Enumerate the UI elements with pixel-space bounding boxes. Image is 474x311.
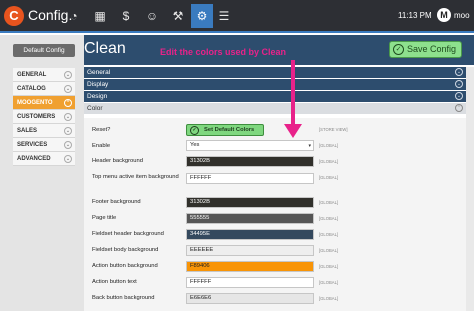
section-display[interactable]: Display ⌄	[84, 79, 466, 90]
sidebar-item-sales[interactable]: SALES ⌄	[13, 124, 75, 138]
sidebar-item-label: CUSTOMERS	[17, 114, 56, 120]
scope-label: [GLOBAL]	[319, 296, 339, 301]
sidebar-item-general[interactable]: GENERAL ⌄	[13, 68, 75, 82]
chevron-up-icon: ⌃	[64, 99, 72, 107]
page-title: Clean	[84, 40, 126, 57]
enable-value: Yes	[190, 142, 200, 148]
chevron-up-icon: ⌃	[455, 104, 463, 112]
chevron-down-icon: ⌄	[64, 127, 72, 135]
enable-label: Enable	[92, 143, 111, 149]
sidebar-item-moogento[interactable]: MOOGENTO ⌃	[13, 96, 75, 110]
scope-label: [GLOBAL]	[319, 159, 339, 164]
clock: 11:13 PM	[398, 11, 432, 20]
config-sections: General ⌄ Display ⌄ Design ⌄ Color ⌃	[84, 67, 466, 115]
scope-label: [GLOBAL]	[319, 248, 339, 253]
reset-label: Reset?	[92, 127, 111, 133]
dashboard-icon[interactable]: ◔	[64, 7, 84, 25]
scope-label: [GLOBAL]	[319, 280, 339, 285]
chevron-down-icon: ⌄	[64, 155, 72, 163]
chevron-down-icon: ⌄	[455, 68, 463, 76]
annotation-arrow	[291, 60, 295, 128]
sidebar-item-advanced[interactable]: ADVANCED ⌄	[13, 152, 75, 166]
app-logo: C	[4, 6, 24, 26]
sidebar-menu: GENERAL ⌄ CATALOG ⌄ MOOGENTO ⌃ CUSTOMERS ⌄ S…	[13, 68, 75, 166]
scope-label: [GLOBAL]	[319, 232, 339, 237]
color-input[interactable]: 31302B	[186, 197, 314, 208]
chevron-down-icon: ⌄	[64, 113, 72, 121]
scope-label: [GLOBAL]	[319, 200, 339, 205]
color-field-label: Footer background	[92, 199, 141, 205]
save-config-label: Save Config	[407, 44, 457, 54]
section-color[interactable]: Color ⌃	[84, 103, 466, 114]
color-input[interactable]: FFFFFF	[186, 277, 314, 288]
scope-label: [GLOBAL]	[319, 143, 339, 148]
menu-icon[interactable]: ☰	[214, 7, 234, 25]
sidebar-item-customers[interactable]: CUSTOMERS ⌄	[13, 110, 75, 124]
chevron-down-icon: ▾	[308, 143, 311, 149]
sidebar-item-services[interactable]: SERVICES ⌄	[13, 138, 75, 152]
top-bar: C Config. ◔ ▦ $ ☺ ⚒ ⚙ ☰ 11:13 PM M moo	[0, 0, 474, 33]
sidebar-item-label: ADVANCED	[17, 156, 51, 162]
annotation-arrow-head	[284, 124, 302, 138]
color-field-label: Header background	[92, 158, 143, 164]
color-input[interactable]: F89406	[186, 261, 314, 272]
sidebar-item-label: GENERAL	[17, 72, 47, 78]
sidebar: Default Config GENERAL ⌄ CATALOG ⌄ MOOGENT…	[0, 35, 84, 311]
section-label: Color	[87, 105, 103, 112]
scope-label: [GLOBAL]	[319, 175, 339, 180]
section-label: Display	[87, 81, 109, 88]
products-icon[interactable]: ▦	[90, 7, 110, 25]
color-field-label: Action button text	[92, 279, 137, 285]
color-input[interactable]: 31302B	[186, 156, 314, 167]
settings-icon[interactable]: ⚙	[191, 4, 213, 28]
color-field-label: Action button background	[92, 263, 158, 269]
set-default-colors-button[interactable]: ✓ Set Default Colors	[186, 124, 264, 136]
section-design[interactable]: Design ⌄	[84, 91, 466, 102]
color-form: Reset? ✓ Set Default Colors [STORE VIEW]…	[84, 118, 466, 311]
check-icon: ✓	[190, 126, 199, 135]
chevron-down-icon: ⌄	[64, 141, 72, 149]
chevron-down-icon: ⌄	[455, 80, 463, 88]
color-field-label: Fieldset body background	[92, 247, 159, 253]
scrollbar[interactable]	[466, 67, 474, 311]
color-field-label: Fieldset header background	[92, 231, 164, 237]
enable-select[interactable]: Yes ▾	[186, 140, 314, 151]
save-config-button[interactable]: ✓ Save Config	[389, 41, 462, 58]
color-input[interactable]: E6E6E6	[186, 293, 314, 304]
color-input[interactable]: 555555	[186, 213, 314, 224]
check-icon: ✓	[393, 44, 404, 55]
annotation-text: Edit the colors used by Clean	[160, 47, 287, 57]
sidebar-item-label: SERVICES	[17, 142, 48, 148]
color-field-label: Page title	[92, 215, 117, 221]
sidebar-item-label: MOOGENTO	[17, 100, 53, 106]
chevron-down-icon: ⌄	[455, 92, 463, 100]
user-avatar[interactable]: M	[437, 8, 451, 22]
section-label: Design	[87, 93, 108, 100]
scope-label: [STORE VIEW]	[319, 127, 348, 132]
sidebar-item-label: CATALOG	[17, 86, 46, 92]
scope-label: [GLOBAL]	[319, 264, 339, 269]
color-field-label: Top menu active item background	[92, 174, 179, 180]
tools-icon[interactable]: ⚒	[168, 7, 188, 25]
sidebar-item-catalog[interactable]: CATALOG ⌄	[13, 82, 75, 96]
user-name[interactable]: moo	[454, 11, 470, 20]
color-input[interactable]: FFFFFF	[186, 173, 314, 184]
color-input[interactable]: 34495E	[186, 229, 314, 240]
customers-icon[interactable]: ☺	[142, 7, 162, 25]
sidebar-item-label: SALES	[17, 128, 38, 134]
chevron-down-icon: ⌄	[64, 85, 72, 93]
color-field-label: Back button background	[92, 295, 155, 301]
color-input[interactable]: EEEEEE	[186, 245, 314, 256]
default-config-button[interactable]: Default Config	[13, 44, 75, 57]
scope-label: [GLOBAL]	[319, 216, 339, 221]
orders-icon[interactable]: $	[116, 7, 136, 25]
section-label: General	[87, 69, 111, 76]
chevron-down-icon: ⌄	[64, 71, 72, 79]
default-button-label: Set Default Colors	[204, 127, 255, 133]
section-general[interactable]: General ⌄	[84, 67, 466, 78]
